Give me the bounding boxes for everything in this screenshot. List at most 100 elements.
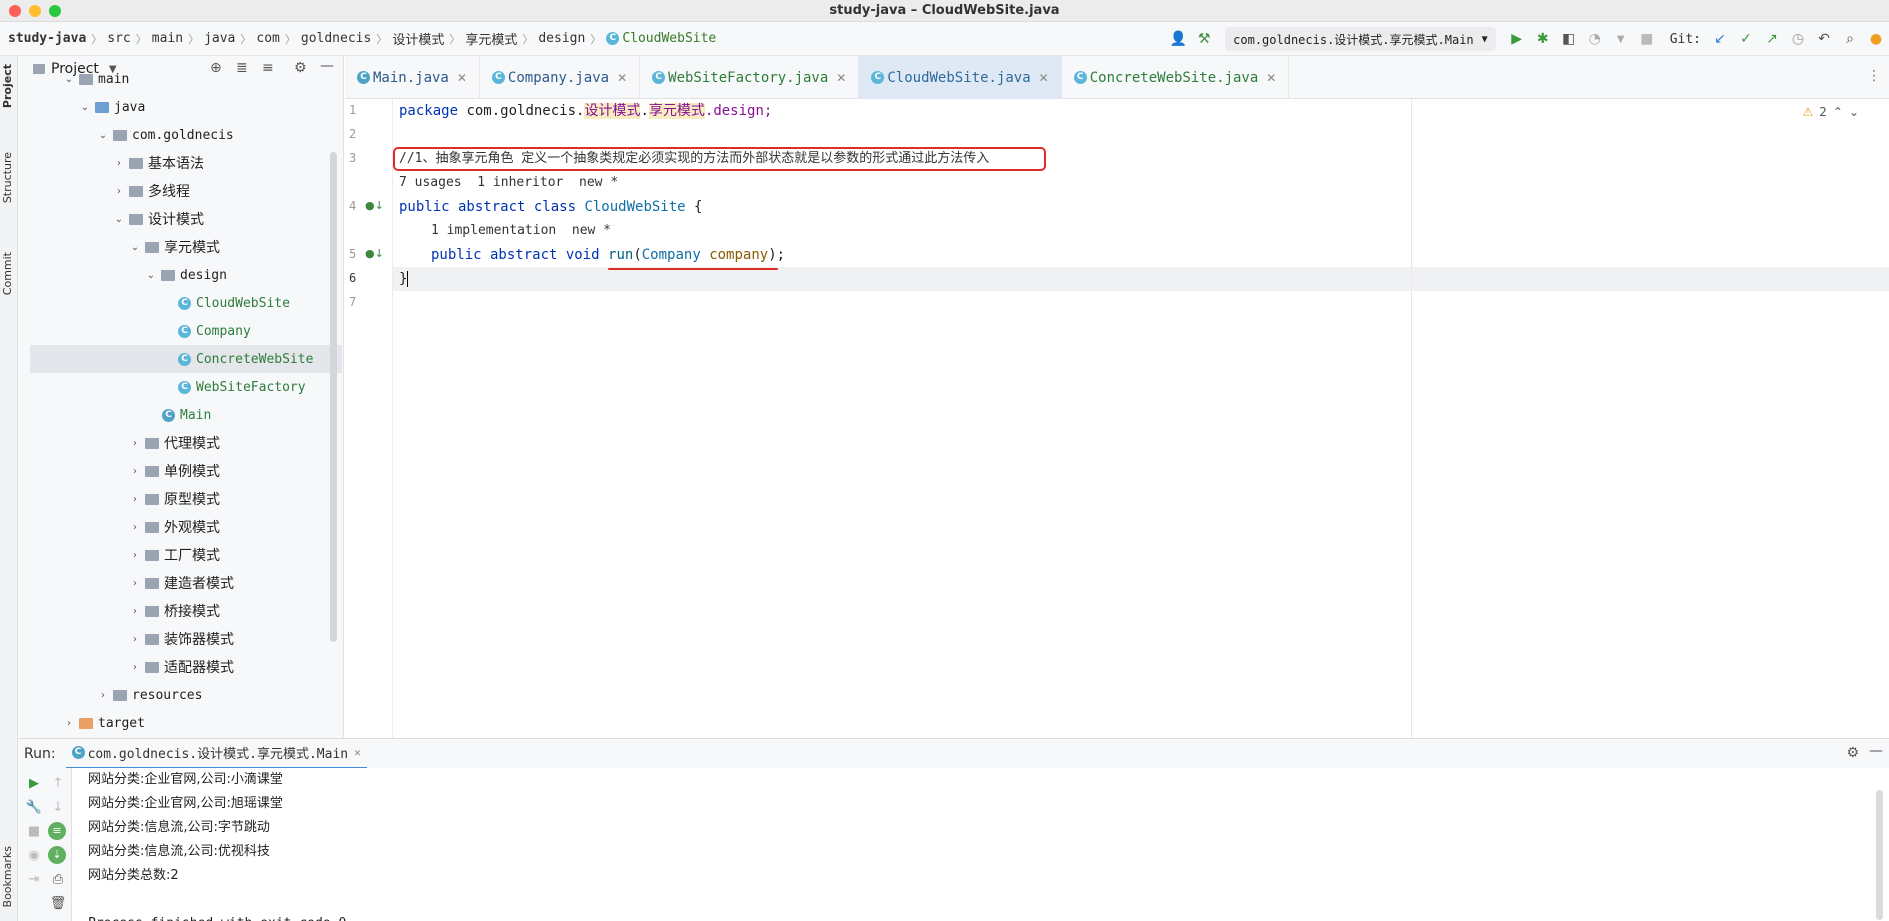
tree-item-resources[interactable]: › resources — [96, 681, 202, 709]
breadcrumb-project[interactable]: study-java — [8, 31, 86, 46]
run-configuration-select[interactable]: com.goldnecis.设计模式.享元模式.Main ▼ — [1225, 27, 1496, 51]
trash-icon[interactable]: 🗑 — [48, 896, 68, 911]
console-scrollbar[interactable] — [1876, 790, 1883, 920]
tree-item-cloudwebsite[interactable]: C CloudWebSite — [178, 289, 290, 317]
run-icon[interactable]: ▶ — [1505, 27, 1529, 51]
chevron-right-icon[interactable]: › — [128, 466, 142, 477]
close-icon[interactable]: ✕ — [1266, 71, 1276, 85]
git-push-icon[interactable]: ↗ — [1760, 27, 1784, 51]
chevron-right-icon[interactable]: › — [128, 494, 142, 505]
breadcrumb-design[interactable]: design — [538, 31, 585, 46]
breadcrumb-main[interactable]: main — [152, 31, 183, 46]
project-scrollbar[interactable] — [330, 152, 337, 642]
tree-item-facade[interactable]: › 外观模式 — [128, 513, 220, 541]
tree-item-factory[interactable]: › 工厂模式 — [128, 541, 220, 569]
stop-icon[interactable]: ■ — [1635, 27, 1659, 51]
chevron-right-icon[interactable]: › — [96, 690, 110, 701]
exit-icon[interactable]: ⇥ — [24, 872, 44, 887]
commit-tool-tab[interactable]: Commit — [1, 252, 14, 295]
git-commit-icon[interactable]: ✓ — [1734, 27, 1758, 51]
tree-item-java[interactable]: ⌄ java — [78, 93, 146, 121]
implemented-marker-icon[interactable]: ●↓ — [365, 199, 384, 212]
tree-item-design-pattern[interactable]: ⌄ 设计模式 — [112, 205, 204, 233]
breadcrumb-goldnecis[interactable]: goldnecis — [301, 31, 371, 46]
chevron-down-icon[interactable]: ⌄ — [78, 102, 92, 113]
close-icon[interactable]: ✕ — [617, 71, 627, 85]
git-update-icon[interactable]: ↙ — [1708, 27, 1732, 51]
hide-panel-icon[interactable]: — — [1869, 743, 1883, 759]
chevron-down-icon[interactable]: ⌄ — [112, 214, 126, 225]
console-output[interactable]: 网站分类:企业官网,公司:小滴课堂 网站分类:企业官网,公司:旭瑶课堂 网站分类… — [72, 768, 1889, 921]
expand-all-icon[interactable]: ≣ — [236, 60, 248, 76]
tree-item-main-class[interactable]: C Main — [162, 401, 211, 429]
tab-websitefactory-java[interactable]: C WebSiteFactory.java ✕ — [640, 56, 860, 99]
close-icon[interactable]: ✕ — [1039, 71, 1049, 85]
code-vision-hint-class[interactable]: 7 usages 1 inheritor new * — [399, 173, 618, 193]
close-icon[interactable]: ✕ — [836, 71, 846, 85]
structure-tool-tab[interactable]: Structure — [1, 152, 14, 203]
code-vision-hint-method[interactable]: 1 implementation new * — [431, 221, 611, 241]
chevron-down-icon[interactable]: ⌄ — [62, 74, 76, 85]
tree-item-decorator[interactable]: › 装饰器模式 — [128, 625, 234, 653]
tab-company-java[interactable]: C Company.java ✕ — [480, 56, 641, 99]
close-icon[interactable]: ✕ — [457, 71, 467, 85]
tree-item-target[interactable]: › target — [62, 709, 145, 737]
gear-icon[interactable]: ⚙ — [294, 60, 307, 76]
breadcrumb-design-pattern[interactable]: 设计模式 — [392, 29, 444, 48]
ide-update-icon[interactable]: ● — [1864, 27, 1888, 51]
breadcrumb-flyweight[interactable]: 享元模式 — [465, 29, 517, 48]
tree-item-adapter[interactable]: › 适配器模式 — [128, 653, 234, 681]
collapse-all-icon[interactable]: ≡ — [262, 60, 274, 76]
chevron-down-icon[interactable]: ⌄ — [144, 270, 158, 281]
soft-wrap-icon[interactable]: ≡ — [48, 822, 66, 840]
tree-item-websitefactory[interactable]: C WebSiteFactory — [178, 373, 306, 401]
breadcrumb-src[interactable]: src — [107, 31, 130, 46]
tree-item-company[interactable]: C Company — [178, 317, 251, 345]
profile-icon[interactable]: ◔ — [1583, 27, 1607, 51]
breadcrumb-com[interactable]: com — [256, 31, 279, 46]
project-tool-tab[interactable]: Project — [1, 64, 14, 108]
print-icon[interactable]: ⎙ — [48, 872, 68, 887]
close-icon[interactable]: ✕ — [354, 746, 361, 759]
more-tabs-icon[interactable]: ⋮ — [1867, 68, 1881, 84]
camera-icon[interactable]: ◉ — [24, 848, 44, 863]
breadcrumb-current-class[interactable]: CloudWebSite — [622, 31, 716, 46]
tree-item-basic[interactable]: › 基本语法 — [112, 149, 204, 177]
user-icon[interactable]: 👤 — [1166, 27, 1190, 51]
chevron-right-icon[interactable]: › — [128, 634, 142, 645]
tree-item-proxy[interactable]: › 代理模式 — [128, 429, 220, 457]
implemented-marker-icon[interactable]: ●↓ — [365, 247, 384, 260]
tab-cloudwebsite-java[interactable]: C CloudWebSite.java ✕ — [859, 56, 1062, 99]
locate-file-icon[interactable]: ⊕ — [210, 60, 222, 76]
chevron-down-icon[interactable]: ⌄ — [96, 130, 110, 141]
hide-panel-icon[interactable]: — — [320, 58, 334, 74]
tree-item-flyweight[interactable]: ⌄ 享元模式 — [128, 233, 220, 261]
stop-icon[interactable]: ■ — [24, 824, 44, 839]
chevron-right-icon[interactable]: › — [128, 550, 142, 561]
tab-main-java[interactable]: C Main.java ✕ — [345, 56, 480, 99]
chevron-right-icon[interactable]: › — [62, 718, 76, 729]
tree-item-design[interactable]: ⌄ design — [144, 261, 227, 289]
chevron-right-icon[interactable]: › — [128, 438, 142, 449]
rollback-icon[interactable]: ↶ — [1812, 27, 1836, 51]
tree-item-bridge[interactable]: › 桥接模式 — [128, 597, 220, 625]
chevron-right-icon[interactable]: › — [128, 578, 142, 589]
chevron-right-icon[interactable]: › — [128, 606, 142, 617]
gear-icon[interactable]: ⚙ — [1846, 745, 1859, 761]
chevron-right-icon[interactable]: › — [128, 522, 142, 533]
bookmarks-tool-tab[interactable]: Bookmarks — [1, 846, 14, 907]
run-tab-main[interactable]: C com.goldnecis.设计模式.享元模式.Main ✕ — [65, 739, 367, 769]
breadcrumb-java[interactable]: java — [204, 31, 235, 46]
search-icon[interactable]: ⌕ — [1838, 27, 1862, 51]
inspection-widget[interactable]: ⚠ 2 ⌃ ⌄ — [1802, 105, 1859, 119]
down-arrow-icon[interactable]: ↓ — [48, 800, 68, 815]
history-icon[interactable]: ◷ — [1786, 27, 1810, 51]
next-highlight-icon[interactable]: ⌄ — [1849, 105, 1859, 119]
chevron-down-icon[interactable]: ⌄ — [128, 242, 142, 253]
tree-item-singleton[interactable]: › 单例模式 — [128, 457, 220, 485]
tree-item-builder[interactable]: › 建造者模式 — [128, 569, 234, 597]
chevron-right-icon[interactable]: › — [112, 186, 126, 197]
code-editor[interactable]: 1 2 3 4 ●↓ 5 ●↓ 6 7 package com.goldneci… — [345, 99, 1889, 738]
previous-highlight-icon[interactable]: ⌃ — [1833, 105, 1843, 119]
tree-item-prototype[interactable]: › 原型模式 — [128, 485, 220, 513]
